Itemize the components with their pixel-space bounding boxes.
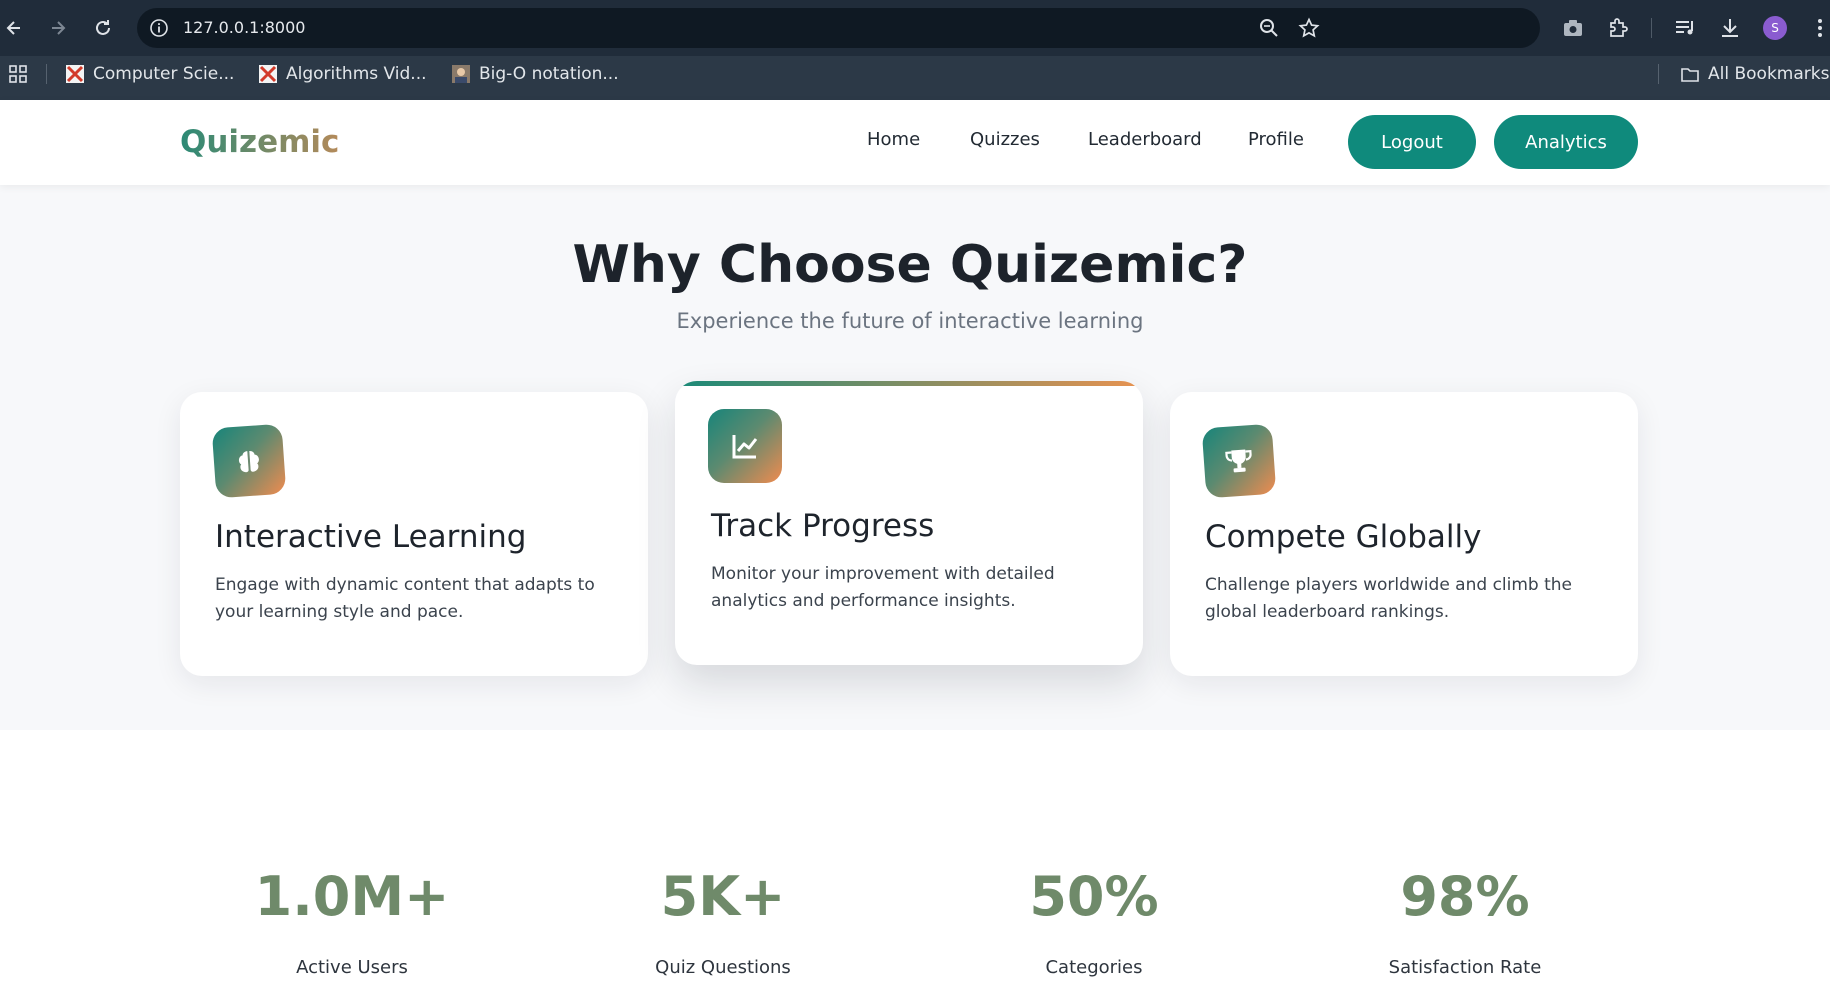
card-title: Track Progress xyxy=(711,508,935,544)
back-arrow-icon xyxy=(6,21,20,35)
bookmark-favicon-icon xyxy=(66,65,84,83)
all-bookmarks[interactable]: All Bookmarks xyxy=(1680,62,1829,86)
trophy-icon xyxy=(1225,449,1252,473)
all-bookmarks-label: All Bookmarks xyxy=(1708,64,1830,84)
section-subtitle: Experience the future of interactive lea… xyxy=(676,309,1144,333)
card-description: Monitor your improvement with detailed a… xyxy=(711,564,1055,611)
forward-arrow-icon xyxy=(52,21,66,35)
bookmarks-divider xyxy=(46,64,47,84)
feature-card-interactive-learning[interactable]: Interactive Learning Engage with dynamic… xyxy=(180,392,648,676)
stat-value: 98% xyxy=(1400,865,1530,928)
card-description: Engage with dynamic content that adapts … xyxy=(215,575,595,622)
site-navbar: Quizemic Home Quizzes Leaderboard Profil… xyxy=(0,100,1830,185)
back-button[interactable] xyxy=(0,14,28,42)
folder-icon xyxy=(1681,68,1699,82)
logout-button[interactable]: Logout xyxy=(1348,115,1476,169)
features-section: Why Choose Quizemic? Experience the futu… xyxy=(0,185,1830,730)
more-menu-icon[interactable] xyxy=(1808,16,1830,40)
url-text[interactable]: 127.0.0.1:8000 xyxy=(183,18,305,38)
site-info-icon[interactable] xyxy=(149,18,169,38)
nav-leaderboard-link[interactable]: Leaderboard xyxy=(1088,124,1202,156)
analytics-button[interactable]: Analytics xyxy=(1494,115,1638,169)
card-description: Challenge players worldwide and climb th… xyxy=(1205,575,1573,622)
bookmarks-divider xyxy=(1658,64,1659,84)
chart-line-icon xyxy=(732,435,758,459)
section-title: Why Choose Quizemic? xyxy=(572,235,1248,295)
browser-toolbar: 127.0.0.1:8000 S xyxy=(0,0,1830,56)
media-queue-icon[interactable] xyxy=(1673,16,1697,40)
nav-home-link[interactable]: Home xyxy=(867,124,920,156)
card-title: Interactive Learning xyxy=(215,519,527,555)
download-icon[interactable] xyxy=(1718,16,1742,40)
nav-profile-link[interactable]: Profile xyxy=(1248,124,1304,156)
card-accent-bar xyxy=(675,381,1143,386)
stat-label: Satisfaction Rate xyxy=(1388,957,1542,978)
bookmark-algorithms-videos[interactable]: Algorithms Vid... xyxy=(258,62,427,86)
nav-quizzes-link[interactable]: Quizzes xyxy=(970,124,1040,156)
site-logo[interactable]: Quizemic xyxy=(180,122,339,162)
reload-button[interactable] xyxy=(89,14,117,42)
card-icon-badge xyxy=(708,409,782,483)
extensions-icon[interactable] xyxy=(1606,16,1630,40)
stat-label: Categories xyxy=(1045,957,1143,978)
star-icon[interactable] xyxy=(1298,17,1320,39)
bookmark-computer-science[interactable]: Computer Scie... xyxy=(65,62,234,86)
bookmark-label: Big-O notation... xyxy=(479,64,619,84)
brain-icon xyxy=(238,450,259,473)
camera-icon[interactable] xyxy=(1561,16,1585,40)
bookmark-favicon-icon xyxy=(452,65,470,83)
zoom-icon[interactable] xyxy=(1258,17,1280,39)
stat-value: 50% xyxy=(1029,865,1159,928)
card-icon-badge xyxy=(1201,423,1277,499)
forward-button[interactable] xyxy=(44,14,72,42)
profile-avatar[interactable]: S xyxy=(1763,16,1787,40)
stat-value: 1.0M+ xyxy=(254,865,450,928)
feature-card-compete-globally[interactable]: Compete Globally Challenge players world… xyxy=(1170,392,1638,676)
stat-label: Quiz Questions xyxy=(655,957,791,978)
bookmark-favicon-icon xyxy=(259,65,277,83)
bookmark-label: Algorithms Vid... xyxy=(286,64,427,84)
bookmark-label: Computer Scie... xyxy=(93,64,235,84)
address-bar[interactable]: 127.0.0.1:8000 xyxy=(137,8,1540,48)
toolbar-divider xyxy=(1651,18,1652,38)
stat-label: Active Users xyxy=(296,957,408,978)
bookmark-big-o-notation[interactable]: Big-O notation... xyxy=(451,62,619,86)
feature-card-track-progress[interactable]: Track Progress Monitor your improvement … xyxy=(675,381,1143,665)
card-icon-badge xyxy=(211,423,287,499)
reload-icon xyxy=(96,20,110,35)
stat-value: 5K+ xyxy=(660,865,786,928)
card-title: Compete Globally xyxy=(1205,519,1482,555)
apps-grid-icon[interactable] xyxy=(8,64,28,84)
